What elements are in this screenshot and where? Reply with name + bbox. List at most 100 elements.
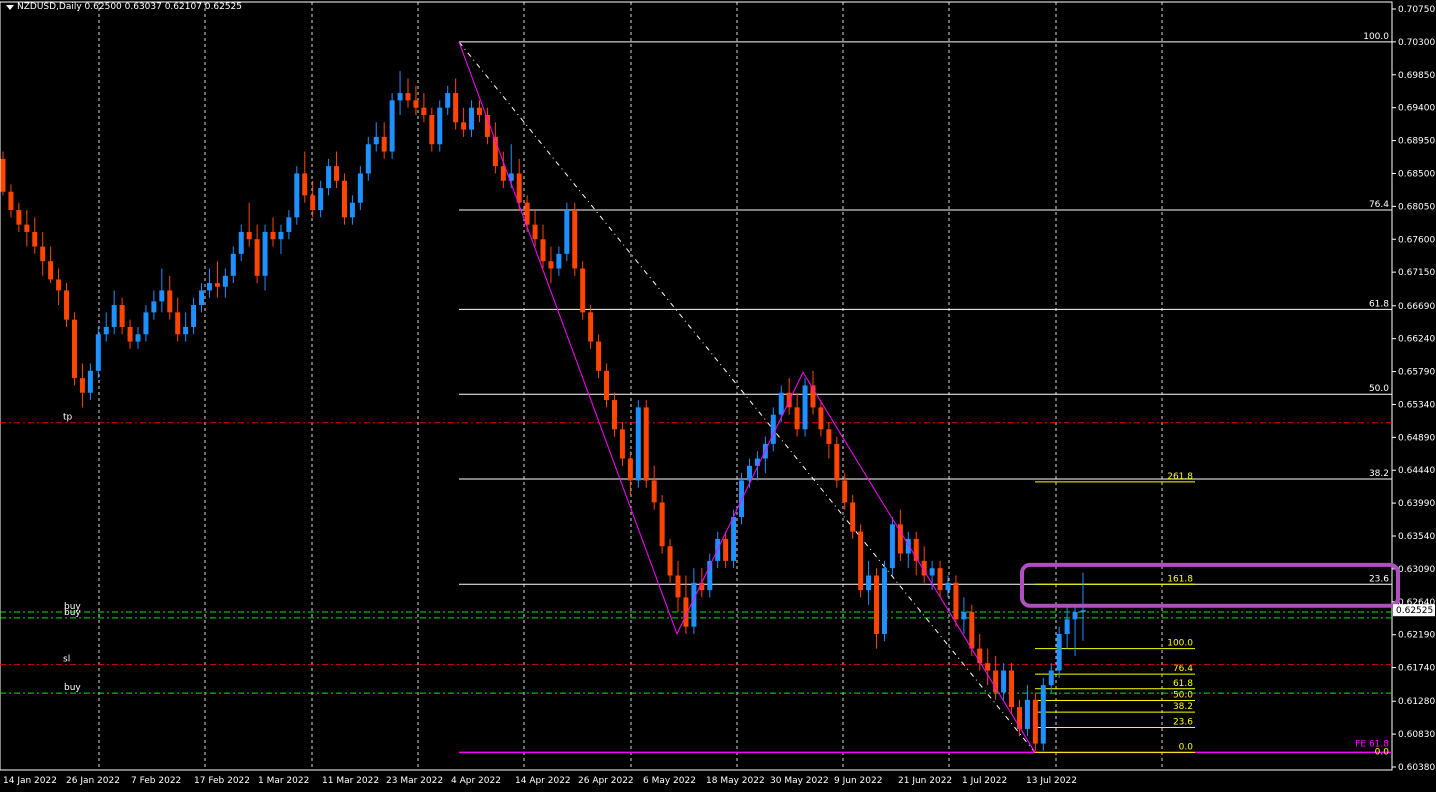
candle-body[interactable] <box>1072 612 1078 620</box>
candle-body[interactable] <box>183 326 189 335</box>
candle-body[interactable] <box>619 429 625 459</box>
candle-body[interactable] <box>397 93 403 101</box>
candle-body[interactable] <box>850 502 856 532</box>
candle-body[interactable] <box>151 301 157 313</box>
candle-body[interactable] <box>56 279 62 291</box>
candle-body[interactable] <box>294 173 300 218</box>
candle-body[interactable] <box>818 407 824 430</box>
candle-body[interactable] <box>469 107 475 130</box>
candle-body[interactable] <box>191 305 197 327</box>
candle-body[interactable] <box>365 144 371 174</box>
price-chart[interactable]: 14 Jan 2022 26 Jan 2022 7 Feb 2022 17 Feb 2… <box>0 0 1436 792</box>
candle-body[interactable] <box>326 166 332 189</box>
candle-body[interactable] <box>572 210 578 269</box>
candle-body[interactable] <box>889 524 895 569</box>
candle-body[interactable] <box>611 400 617 430</box>
candle-body[interactable] <box>643 407 649 481</box>
candle-body[interactable] <box>405 93 411 101</box>
candle-body[interactable] <box>48 261 54 280</box>
candle-body[interactable] <box>532 224 538 240</box>
candle-body[interactable] <box>1001 670 1007 693</box>
candle-body[interactable] <box>667 546 673 576</box>
candle-body[interactable] <box>635 407 641 481</box>
candle-body[interactable] <box>929 568 935 576</box>
candle-body[interactable] <box>119 305 125 327</box>
candle-body[interactable] <box>206 283 212 291</box>
candle-body[interactable] <box>1040 685 1046 744</box>
candle-body[interactable] <box>588 312 594 342</box>
candle-body[interactable] <box>79 378 85 393</box>
highlight-zone-box[interactable] <box>1020 562 1400 608</box>
candle-body[interactable] <box>413 100 419 108</box>
candle-body[interactable] <box>71 319 77 379</box>
candle-body[interactable] <box>222 275 228 287</box>
candle-body[interactable] <box>8 191 14 211</box>
candle-body[interactable] <box>278 231 284 240</box>
candle-body[interactable] <box>318 188 324 211</box>
candle-body[interactable] <box>159 290 165 302</box>
candle-body[interactable] <box>389 100 395 152</box>
candle-body[interactable] <box>199 290 205 306</box>
candle-body[interactable] <box>238 231 244 254</box>
candle-body[interactable] <box>596 341 602 371</box>
candle-body[interactable] <box>64 290 70 320</box>
candle-body[interactable] <box>1048 670 1054 686</box>
candle-body[interactable] <box>349 202 355 218</box>
candle-body[interactable] <box>381 136 387 152</box>
candle-body[interactable] <box>1009 670 1015 708</box>
candle-body[interactable] <box>842 480 848 503</box>
candle-body[interactable] <box>834 443 840 481</box>
candle-body[interactable] <box>651 480 657 503</box>
candle-body[interactable] <box>246 231 252 240</box>
candle-body[interactable] <box>357 173 363 203</box>
chart-window[interactable]: 14 Jan 2022 26 Jan 2022 7 Feb 2022 17 Feb 2… <box>0 0 1436 792</box>
candle-body[interactable] <box>302 173 308 196</box>
candle-body[interactable] <box>341 180 347 218</box>
candle-body[interactable] <box>270 231 276 240</box>
candle-body[interactable] <box>214 283 220 287</box>
candle-body[interactable] <box>548 261 554 269</box>
candle-body[interactable] <box>556 253 562 269</box>
candle-body[interactable] <box>858 531 864 591</box>
candle-body[interactable] <box>103 326 109 335</box>
candle-body[interactable] <box>937 568 943 591</box>
candle-body[interactable] <box>826 429 832 444</box>
candle-body[interactable] <box>881 568 887 634</box>
candle-body[interactable] <box>135 334 141 342</box>
candle-body[interactable] <box>516 173 522 203</box>
candle-body[interactable] <box>87 370 93 393</box>
candle-body[interactable] <box>254 239 260 276</box>
candle-body[interactable] <box>334 166 340 181</box>
candle-body[interactable] <box>461 122 467 130</box>
candle-body[interactable] <box>723 538 729 561</box>
candle-body[interactable] <box>373 136 379 145</box>
candle-body[interactable] <box>1032 699 1038 744</box>
candle-body[interactable] <box>175 312 181 335</box>
candle-body[interactable] <box>627 458 633 481</box>
candle-body[interactable] <box>1024 699 1030 729</box>
candle-body[interactable] <box>437 107 443 145</box>
candle-body[interactable] <box>659 502 665 547</box>
candle-body[interactable] <box>429 114 435 145</box>
candle-body[interactable] <box>731 517 737 561</box>
candle-body[interactable] <box>540 239 546 262</box>
candle-body[interactable] <box>874 575 880 634</box>
candle-body[interactable] <box>604 370 610 401</box>
candle-body[interactable] <box>1056 633 1062 671</box>
candle-body[interactable] <box>564 210 570 254</box>
candle-body[interactable] <box>778 392 784 415</box>
candle-body[interactable] <box>127 326 133 342</box>
candle-body[interactable] <box>167 290 173 313</box>
candle-body[interactable] <box>262 231 268 276</box>
candle-body[interactable] <box>794 407 800 430</box>
candle-body[interactable] <box>453 93 459 123</box>
candle-body[interactable] <box>969 612 975 649</box>
candle-body[interactable] <box>985 663 991 671</box>
candle-body[interactable] <box>16 210 22 225</box>
candle-body[interactable] <box>95 334 101 371</box>
candle-body[interactable] <box>24 224 30 232</box>
candle-body[interactable] <box>230 253 236 276</box>
candle-body[interactable] <box>961 612 967 620</box>
candle-body[interactable] <box>0 158 6 192</box>
candle-body[interactable] <box>739 480 745 518</box>
